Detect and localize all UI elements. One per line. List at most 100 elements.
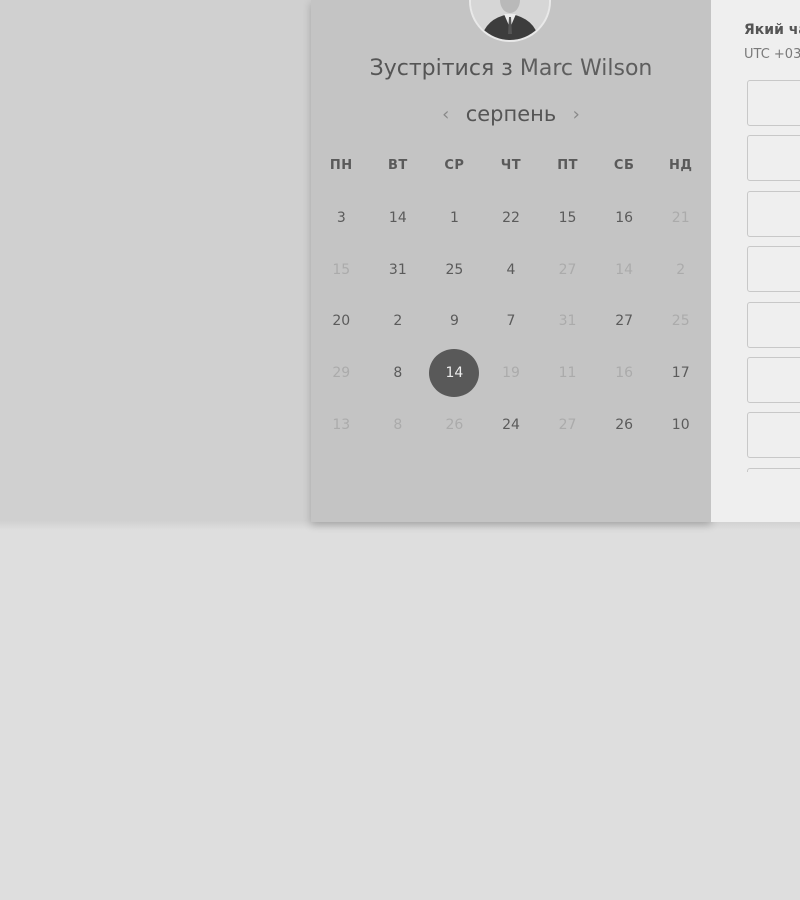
calendar-day[interactable]: 15 (539, 192, 596, 244)
weekday-label: ПТ (557, 158, 578, 173)
time-slot[interactable] (747, 301, 800, 348)
time-slot[interactable] (747, 246, 800, 293)
day-number: 16 (615, 364, 634, 381)
day-number: 9 (449, 313, 459, 330)
day-number: 2 (393, 313, 403, 330)
calendar-day: 2 (652, 244, 709, 296)
day-number: 25 (445, 261, 464, 278)
day-number: 14 (615, 261, 634, 278)
day-number: 27 (558, 261, 577, 278)
day-number: 3 (336, 209, 346, 226)
weekday-label: ВТ (387, 158, 408, 173)
time-slot-list (747, 80, 800, 472)
calendar-day: 13 (313, 399, 370, 451)
day-grid: 3 14 1 22 15 16 21 15 31 25 4 27 14 2 20 2 9 7 31 27 25 29 8 14… (313, 192, 709, 450)
weekday-label: СБ (613, 158, 635, 173)
chevron-right-icon[interactable]: › (568, 104, 584, 125)
calendar-day[interactable]: 27 (596, 295, 653, 347)
calendar-day: 21 (652, 192, 709, 244)
day-number: 31 (388, 261, 407, 278)
selected-day[interactable]: 14 (426, 347, 483, 399)
day-number: 14 (388, 209, 407, 226)
calendar-day: 26 (426, 399, 483, 451)
calendar-day[interactable]: 14 (370, 192, 427, 244)
host-avatar (471, 0, 549, 40)
calendar-day[interactable]: 17 (652, 347, 709, 399)
day-number: 24 (502, 416, 520, 433)
calendar-day: 29 (313, 347, 370, 399)
calendar-day[interactable]: 22 (483, 192, 540, 244)
day-number: 31 (558, 313, 577, 330)
page: Зустрітися з Marc Wilson ‹ серпень › ПН В… (0, 0, 800, 900)
day-number: 25 (671, 313, 690, 330)
calendar-day[interactable]: 25 (426, 244, 483, 296)
calendar-day[interactable]: 20 (313, 295, 370, 347)
time-slot[interactable] (747, 190, 800, 237)
day-number: 20 (332, 313, 351, 330)
day-number: 8 (393, 416, 403, 433)
calendar-day[interactable]: 31 (370, 244, 427, 296)
meeting-title-prefix: Зустрітися з (369, 56, 513, 81)
day-number: 11 (558, 364, 577, 381)
calendar-day[interactable]: 4 (483, 244, 540, 296)
calendar-day: 27 (539, 399, 596, 451)
time-slot[interactable] (747, 135, 800, 182)
day-number: 10 (671, 416, 690, 433)
calendar-day[interactable]: 1 (426, 192, 483, 244)
day-number: 7 (506, 313, 516, 330)
calendar-day[interactable]: 9 (426, 295, 483, 347)
day-number: 4 (506, 261, 516, 278)
calendar-day[interactable]: 24 (483, 399, 540, 451)
day-number: 1 (449, 209, 459, 226)
calendar-day: 11 (539, 347, 596, 399)
calendar-day: 19 (483, 347, 540, 399)
day-number: 17 (671, 364, 690, 381)
day-number: 21 (671, 209, 690, 226)
month-navigation: ‹ серпень › (311, 100, 711, 128)
calendar-day: 8 (370, 399, 427, 451)
calendar-day[interactable]: 16 (596, 192, 653, 244)
meeting-title: Зустрітися з Marc Wilson (311, 56, 711, 81)
time-slot[interactable] (747, 412, 800, 459)
calendar-day[interactable]: 10 (652, 399, 709, 451)
weekday-label: НД (668, 158, 693, 173)
time-panel-heading: Який ча (744, 22, 800, 38)
calendar-day[interactable]: 2 (370, 295, 427, 347)
time-slot[interactable] (747, 80, 800, 126)
day-number: 27 (615, 313, 634, 330)
host-name: Marc Wilson (519, 56, 653, 81)
day-number: 8 (393, 364, 403, 381)
weekday-label: СР (444, 158, 465, 173)
day-number: 26 (615, 416, 634, 433)
weekday-header: ПН ВТ СР ЧТ ПТ СБ НД (313, 158, 709, 173)
calendar-day[interactable]: 26 (596, 399, 653, 451)
calendar-day: 14 (596, 244, 653, 296)
day-number: 15 (558, 209, 577, 226)
calendar-card: Зустрітися з Marc Wilson ‹ серпень › ПН В… (311, 0, 711, 522)
calendar-day: 25 (652, 295, 709, 347)
weekday-label: ПН (329, 158, 353, 173)
day-number: 29 (332, 364, 351, 381)
timezone-label: UTC +03 (744, 47, 800, 62)
calendar-day[interactable]: 7 (483, 295, 540, 347)
calendar-day: 15 (313, 244, 370, 296)
day-number: 27 (558, 416, 577, 433)
day-number: 15 (332, 261, 351, 278)
calendar-day: 16 (596, 347, 653, 399)
time-panel: Який ча UTC +03 (711, 0, 800, 522)
calendar-day: 31 (539, 295, 596, 347)
calendar-day[interactable]: 3 (313, 192, 370, 244)
day-number: 22 (502, 209, 520, 226)
month-label: серпень (465, 102, 557, 126)
calendar-day: 27 (539, 244, 596, 296)
weekday-label: ЧТ (500, 158, 522, 173)
day-number: 14 (429, 348, 480, 397)
time-slot[interactable] (747, 356, 800, 403)
day-number: 2 (676, 261, 686, 278)
day-number: 26 (445, 416, 464, 433)
day-number: 13 (332, 416, 351, 433)
chevron-left-icon[interactable]: ‹ (438, 104, 454, 125)
time-slot[interactable] (747, 467, 800, 472)
day-number: 19 (502, 364, 520, 381)
calendar-day[interactable]: 8 (370, 347, 427, 399)
